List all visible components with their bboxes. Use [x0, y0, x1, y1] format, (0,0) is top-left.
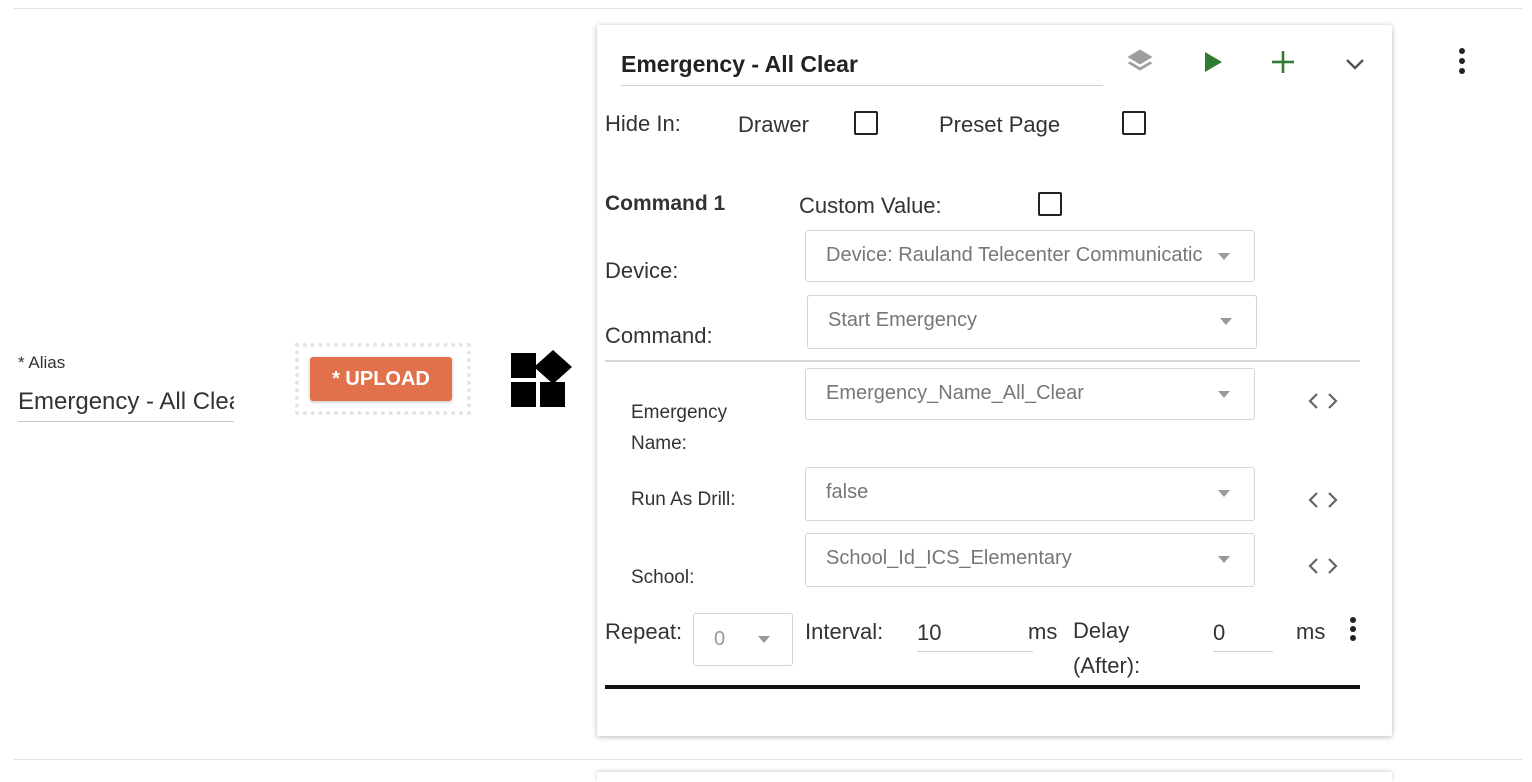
code-icon[interactable] [1305, 488, 1341, 512]
caret-down-icon [1218, 556, 1230, 563]
code-icon[interactable] [1305, 389, 1341, 413]
plus-icon[interactable] [1265, 45, 1301, 79]
repeat-value: 0 [714, 628, 726, 650]
interval-unit: ms [1028, 619, 1058, 644]
top-divider [14, 8, 1522, 9]
caret-down-icon [1220, 318, 1232, 325]
custom-value-label: Custom Value: [799, 193, 942, 218]
upload-button[interactable]: * UPLOAD [310, 357, 452, 401]
command-end-divider [605, 685, 1360, 689]
custom-value-checkbox[interactable] [1038, 192, 1062, 216]
command-label: Command: [605, 323, 713, 348]
drawer-checkbox[interactable] [854, 111, 878, 135]
school-value: School_Id_ICS_Elementary [826, 547, 1072, 569]
caret-down-icon [758, 636, 770, 643]
interval-input[interactable] [917, 615, 1033, 652]
run-as-drill-select[interactable]: false [805, 467, 1255, 521]
run-as-drill-value: false [826, 481, 869, 503]
play-icon[interactable] [1195, 45, 1231, 79]
command-heading: Command 1 [605, 192, 726, 215]
delay-unit: ms [1296, 619, 1326, 644]
caret-down-icon [1218, 391, 1230, 398]
preset-page-checkbox[interactable] [1122, 111, 1146, 135]
preset-page-label: Preset Page [939, 112, 1061, 137]
run-as-drill-label: Run As Drill: [631, 489, 736, 510]
bottom-divider [14, 759, 1522, 760]
emergency-name-label: Emergency Name: [631, 402, 728, 454]
drawer-label: Drawer [738, 112, 809, 137]
more-vert-icon[interactable] [1455, 46, 1469, 76]
command-select-value: Start Emergency [828, 309, 977, 331]
school-label: School: [631, 567, 695, 588]
interval-label: Interval: [805, 619, 884, 644]
hide-in-label: Hide In: [605, 111, 681, 136]
emergency-name-value: Emergency_Name_All_Clear [826, 382, 1084, 404]
preset-title-input[interactable] [621, 43, 1103, 86]
caret-down-icon [1218, 253, 1230, 260]
next-preset-card [597, 772, 1392, 782]
section-divider [605, 360, 1360, 362]
alias-input[interactable] [18, 383, 234, 422]
device-label: Device: [605, 258, 679, 283]
layers-icon[interactable] [1121, 45, 1159, 79]
caret-down-icon [1218, 490, 1230, 497]
device-select-value: Device: Rauland Telecenter Communicatic [826, 244, 1203, 266]
chevron-down-icon[interactable] [1337, 47, 1373, 81]
delay-input[interactable] [1213, 615, 1273, 652]
code-icon[interactable] [1305, 554, 1341, 578]
command-more-icon[interactable] [1347, 615, 1359, 645]
school-select[interactable]: School_Id_ICS_Elementary [805, 533, 1255, 587]
emergency-name-select[interactable]: Emergency_Name_All_Clear [805, 368, 1255, 420]
preset-card: Hide In: Drawer Preset Page Command 1 Cu… [597, 25, 1392, 736]
repeat-select[interactable]: 0 [693, 613, 793, 666]
command-select[interactable]: Start Emergency [807, 295, 1257, 349]
widgets-icon[interactable] [509, 350, 573, 410]
device-select[interactable]: Device: Rauland Telecenter Communicatic [805, 230, 1255, 282]
repeat-label: Repeat: [605, 619, 683, 644]
delay-label: Delay (After): [1073, 618, 1141, 678]
alias-label: * Alias [18, 353, 66, 372]
